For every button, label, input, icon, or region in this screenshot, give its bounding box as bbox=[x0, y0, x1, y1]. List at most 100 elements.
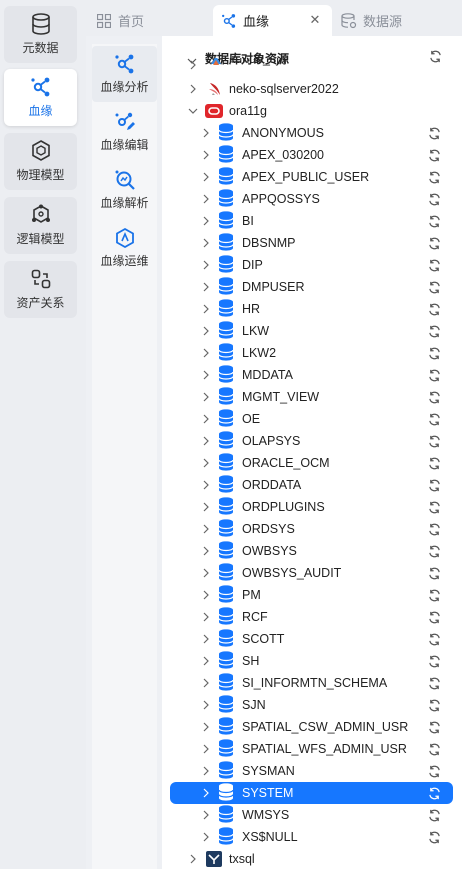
chevron-right-icon[interactable] bbox=[201, 172, 211, 182]
refresh-icon[interactable] bbox=[427, 258, 441, 272]
tree-node-datasource[interactable]: neko-sqlserver2022 bbox=[170, 78, 453, 100]
rail-item-physical-model[interactable]: 物理模型 bbox=[4, 133, 77, 190]
chevron-right-icon[interactable] bbox=[201, 700, 211, 710]
refresh-icon[interactable] bbox=[427, 148, 441, 162]
subnav-item-lineage-parse[interactable]: 血缘解析 bbox=[92, 162, 157, 218]
tree-node-schema[interactable]: WMSYS bbox=[170, 804, 453, 826]
tree-node-schema[interactable]: ORDPLUGINS bbox=[170, 496, 453, 518]
refresh-icon[interactable] bbox=[427, 456, 441, 470]
tree-node-schema[interactable]: ANONYMOUS bbox=[170, 122, 453, 144]
refresh-icon[interactable] bbox=[427, 654, 441, 668]
close-icon[interactable]: ✕ bbox=[308, 13, 322, 27]
refresh-icon[interactable] bbox=[427, 236, 441, 250]
subnav-item-lineage-ops[interactable]: 血缘运维 bbox=[92, 220, 157, 276]
chevron-right-icon[interactable] bbox=[201, 656, 211, 666]
chevron-right-icon[interactable] bbox=[201, 744, 211, 754]
chevron-right-icon[interactable] bbox=[201, 128, 211, 138]
chevron-right-icon[interactable] bbox=[201, 260, 211, 270]
chevron-right-icon[interactable] bbox=[188, 854, 198, 864]
chevron-right-icon[interactable] bbox=[201, 326, 211, 336]
tree-node-schema[interactable]: DMPUSER bbox=[170, 276, 453, 298]
chevron-right-icon[interactable] bbox=[201, 150, 211, 160]
refresh-icon[interactable] bbox=[427, 302, 441, 316]
chevron-right-icon[interactable] bbox=[201, 304, 211, 314]
tree-node-schema[interactable]: LKW2 bbox=[170, 342, 453, 364]
refresh-icon[interactable] bbox=[427, 478, 441, 492]
refresh-icon[interactable] bbox=[427, 368, 441, 382]
tab-datasource[interactable]: 数据源 bbox=[341, 5, 451, 36]
tree-node-schema[interactable]: ORDSYS bbox=[170, 518, 453, 540]
tab-home[interactable]: 首页 bbox=[96, 5, 208, 36]
tree-node-schema[interactable]: SYSMAN bbox=[170, 760, 453, 782]
refresh-icon[interactable] bbox=[427, 830, 441, 844]
tree-node-schema[interactable]: OWBSYS_AUDIT bbox=[170, 562, 453, 584]
chevron-right-icon[interactable] bbox=[201, 612, 211, 622]
tree-node-schema[interactable]: DIP bbox=[170, 254, 453, 276]
tab-lineage[interactable]: 血缘 ✕ bbox=[213, 5, 332, 36]
tree-node-schema[interactable]: SH bbox=[170, 650, 453, 672]
refresh-icon[interactable] bbox=[427, 170, 441, 184]
tree-node-schema[interactable]: MDDATA bbox=[170, 364, 453, 386]
subnav-item-lineage-analysis[interactable]: 血缘分析 bbox=[92, 46, 157, 102]
refresh-icon[interactable] bbox=[427, 610, 441, 624]
chevron-right-icon[interactable] bbox=[201, 392, 211, 402]
tree-node-schema[interactable]: ORACLE_OCM bbox=[170, 452, 453, 474]
chevron-right-icon[interactable] bbox=[201, 502, 211, 512]
rail-item-metadata[interactable]: 元数据 bbox=[4, 6, 77, 63]
tree-node-schema[interactable]: BI bbox=[170, 210, 453, 232]
chevron-right-icon[interactable] bbox=[201, 480, 211, 490]
chevron-right-icon[interactable] bbox=[201, 810, 211, 820]
tree-node-schema[interactable]: HR bbox=[170, 298, 453, 320]
refresh-icon[interactable] bbox=[427, 346, 441, 360]
tree-node-schema[interactable]: SPATIAL_WFS_ADMIN_USR bbox=[170, 738, 453, 760]
chevron-right-icon[interactable] bbox=[188, 84, 198, 94]
tree-node-schema[interactable]: RCF bbox=[170, 606, 453, 628]
tree-node-schema[interactable]: SI_INFORMTN_SCHEMA bbox=[170, 672, 453, 694]
refresh-icon[interactable] bbox=[427, 742, 441, 756]
chevron-right-icon[interactable] bbox=[188, 60, 198, 70]
refresh-icon[interactable] bbox=[427, 544, 441, 558]
chevron-right-icon[interactable] bbox=[201, 524, 211, 534]
tree-node-schema[interactable]: DBSNMP bbox=[170, 232, 453, 254]
tree-node-schema[interactable]: OLAPSYS bbox=[170, 430, 453, 452]
refresh-icon[interactable] bbox=[427, 698, 441, 712]
refresh-icon[interactable] bbox=[427, 720, 441, 734]
tree-node-datasource[interactable]: kundb_sjn bbox=[170, 58, 453, 74]
chevron-right-icon[interactable] bbox=[201, 634, 211, 644]
tree-node-schema[interactable]: SCOTT bbox=[170, 628, 453, 650]
refresh-icon[interactable] bbox=[427, 126, 441, 140]
chevron-right-icon[interactable] bbox=[201, 788, 211, 798]
chevron-right-icon[interactable] bbox=[201, 832, 211, 842]
chevron-right-icon[interactable] bbox=[201, 568, 211, 578]
tree-node-schema[interactable]: PM bbox=[170, 584, 453, 606]
chevron-right-icon[interactable] bbox=[201, 370, 211, 380]
chevron-right-icon[interactable] bbox=[201, 282, 211, 292]
chevron-right-icon[interactable] bbox=[201, 766, 211, 776]
refresh-icon[interactable] bbox=[427, 192, 441, 206]
chevron-right-icon[interactable] bbox=[201, 194, 211, 204]
tree-node-datasource-expanded[interactable]: ora11g bbox=[170, 100, 453, 122]
rail-item-logical-model[interactable]: 逻辑模型 bbox=[4, 197, 77, 254]
refresh-icon[interactable] bbox=[427, 566, 441, 580]
rail-item-asset-relation[interactable]: 资产关系 bbox=[4, 261, 77, 318]
refresh-icon[interactable] bbox=[427, 280, 441, 294]
refresh-icon[interactable] bbox=[427, 588, 441, 602]
chevron-right-icon[interactable] bbox=[201, 348, 211, 358]
tree-node-schema[interactable]: SPATIAL_CSW_ADMIN_USR bbox=[170, 716, 453, 738]
subnav-item-lineage-edit[interactable]: 血缘编辑 bbox=[92, 104, 157, 160]
refresh-icon[interactable] bbox=[427, 412, 441, 426]
tree-node-schema[interactable]: MGMT_VIEW bbox=[170, 386, 453, 408]
refresh-icon[interactable] bbox=[427, 632, 441, 646]
tree-node-schema[interactable]: XS$NULL bbox=[170, 826, 453, 848]
tree-node-schema[interactable]: APPQOSSYS bbox=[170, 188, 453, 210]
tree-node-schema[interactable]: APEX_030200 bbox=[170, 144, 453, 166]
refresh-icon[interactable] bbox=[427, 324, 441, 338]
tree-node-schema[interactable]: ORDDATA bbox=[170, 474, 453, 496]
chevron-right-icon[interactable] bbox=[201, 216, 211, 226]
chevron-right-icon[interactable] bbox=[201, 458, 211, 468]
chevron-right-icon[interactable] bbox=[201, 414, 211, 424]
refresh-icon[interactable] bbox=[427, 500, 441, 514]
tree-node-schema[interactable]: OE bbox=[170, 408, 453, 430]
tree-node-schema[interactable]: SJN bbox=[170, 694, 453, 716]
refresh-icon[interactable] bbox=[427, 214, 441, 228]
